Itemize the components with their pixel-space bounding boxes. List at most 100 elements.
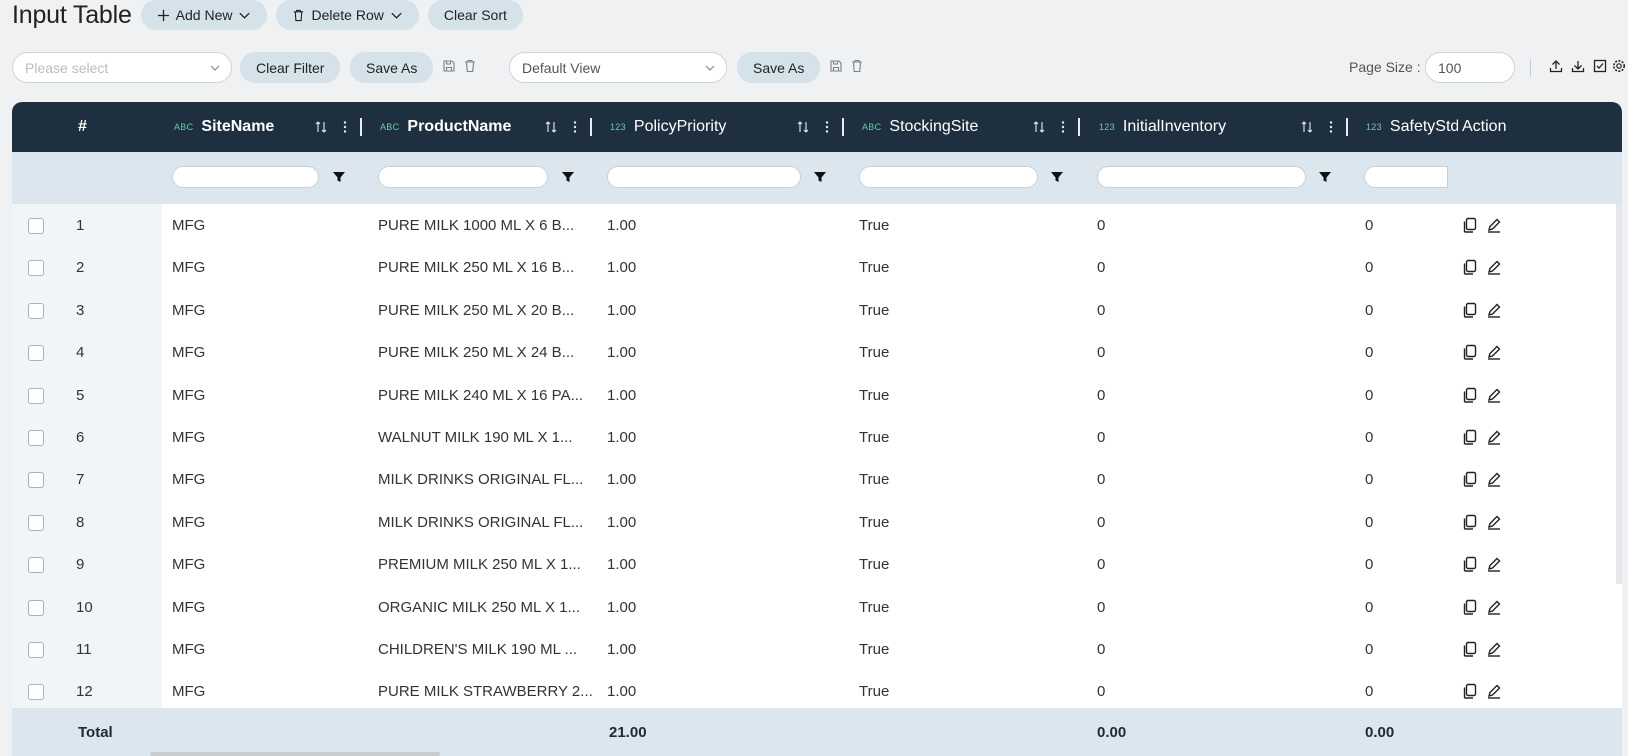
vertical-scrollbar[interactable] (1616, 204, 1622, 584)
safetystd-filter-input[interactable] (1364, 166, 1448, 188)
clear-filter-button[interactable]: Clear Filter (240, 52, 341, 83)
column-resizer[interactable] (1346, 118, 1348, 136)
edit-icon[interactable] (1486, 471, 1502, 488)
copy-icon[interactable] (1462, 556, 1478, 572)
funnel-icon[interactable] (1318, 170, 1332, 184)
edit-icon[interactable] (1486, 217, 1502, 233)
sort-icon[interactable] (1032, 120, 1046, 134)
row-checkbox[interactable] (28, 260, 44, 277)
column-resizer[interactable] (1078, 118, 1080, 136)
row-checkbox[interactable] (28, 642, 44, 658)
row-checkbox[interactable] (28, 514, 44, 531)
download-icon[interactable] (1571, 59, 1587, 75)
initialinventory-filter-input[interactable] (1097, 166, 1306, 188)
column-header-stockingsite[interactable]: ABC StockingSite (862, 102, 978, 152)
delete-row-button[interactable]: Delete Row (276, 0, 419, 30)
table-row[interactable]: 6 MFG WALNUT MILK 190 ML X 1... 1.00 True 0 0 (12, 416, 1622, 460)
sort-icon[interactable] (796, 120, 810, 134)
save-icon[interactable] (829, 59, 845, 75)
table-row[interactable]: 7 MFG MILK DRINKS ORIGINAL FL... 1.00 True 0 0 (12, 458, 1622, 502)
copy-icon[interactable] (1462, 471, 1478, 488)
kebab-menu-icon[interactable] (338, 120, 352, 134)
row-checkbox[interactable] (28, 387, 44, 404)
copy-icon[interactable] (1462, 259, 1478, 276)
funnel-icon[interactable] (1050, 170, 1064, 184)
funnel-icon[interactable] (561, 170, 575, 184)
table-row[interactable]: 5 MFG PURE MILK 240 ML X 16 PA... 1.00 True 0… (12, 374, 1622, 418)
table-row[interactable]: 3 MFG PURE MILK 250 ML X 20 B... 1.00 True 0 0 (12, 289, 1622, 333)
column-header-sitename[interactable]: ABC SiteName (174, 102, 274, 152)
row-checkbox[interactable] (28, 472, 44, 489)
edit-icon[interactable] (1486, 302, 1502, 318)
column-resizer[interactable] (360, 118, 362, 136)
edit-icon[interactable] (1486, 556, 1502, 572)
kebab-menu-icon[interactable] (1056, 120, 1070, 134)
policypriority-filter-input[interactable] (607, 166, 801, 188)
filter-select[interactable]: Please select (12, 52, 232, 83)
row-checkbox[interactable] (28, 599, 44, 616)
column-resizer[interactable] (590, 118, 592, 136)
stockingsite-filter-input[interactable] (859, 166, 1038, 188)
edit-icon[interactable] (1486, 599, 1502, 615)
row-checkbox[interactable] (28, 684, 44, 701)
data-table: # ABC SiteName ABC ProductName 123 Polic… (12, 102, 1622, 756)
copy-icon[interactable] (1462, 387, 1478, 403)
row-checkbox[interactable] (28, 218, 44, 234)
save-icon[interactable] (442, 59, 458, 75)
kebab-menu-icon[interactable] (568, 120, 582, 134)
copy-icon[interactable] (1462, 302, 1478, 318)
column-header-initialinventory[interactable]: 123 InitialInventory (1099, 102, 1226, 152)
table-row[interactable]: 10 MFG ORGANIC MILK 250 ML X 1... 1.00 True 0… (12, 586, 1622, 630)
copy-icon[interactable] (1462, 683, 1478, 700)
edit-icon[interactable] (1486, 344, 1502, 360)
kebab-menu-icon[interactable] (1324, 120, 1338, 134)
edit-icon[interactable] (1486, 683, 1502, 700)
table-row[interactable]: 2 MFG PURE MILK 250 ML X 16 B... 1.00 True 0 0 (12, 246, 1622, 290)
column-header-policypriority[interactable]: 123 PolicyPriority (610, 102, 726, 152)
copy-icon[interactable] (1462, 641, 1478, 657)
save-as-filter-button[interactable]: Save As (350, 52, 434, 83)
sitename-filter-input[interactable] (172, 166, 319, 188)
column-header-safetystd[interactable]: 123 SafetyStd (1366, 102, 1458, 152)
trash-icon[interactable] (850, 59, 866, 75)
edit-icon[interactable] (1486, 429, 1502, 445)
sort-icon[interactable] (544, 120, 558, 134)
table-row[interactable]: 8 MFG MILK DRINKS ORIGINAL FL... 1.00 True 0 0 (12, 501, 1622, 545)
row-checkbox[interactable] (28, 557, 44, 574)
clear-sort-button[interactable]: Clear Sort (427, 0, 523, 30)
funnel-icon[interactable] (332, 170, 346, 184)
horizontal-scrollbar[interactable] (150, 752, 440, 756)
column-header-productname[interactable]: ABC ProductName (380, 102, 511, 152)
edit-icon[interactable] (1486, 387, 1502, 403)
upload-icon[interactable] (1549, 59, 1565, 75)
copy-icon[interactable] (1462, 514, 1478, 530)
table-row[interactable]: 9 MFG PREMIUM MILK 250 ML X 1... 1.00 True 0 0 (12, 543, 1622, 587)
save-as-view-button[interactable]: Save As (737, 52, 821, 83)
gear-icon[interactable] (1612, 59, 1628, 75)
add-new-button[interactable]: Add New (140, 0, 268, 30)
edit-icon[interactable] (1486, 514, 1502, 530)
table-row[interactable]: 11 MFG CHILDREN'S MILK 190 ML ... 1.00 True 0… (12, 628, 1622, 672)
copy-icon[interactable] (1462, 344, 1478, 360)
checkbox-list-icon[interactable] (1593, 59, 1609, 75)
productname-filter-input[interactable] (378, 166, 548, 188)
column-resizer[interactable] (842, 118, 844, 136)
sort-icon[interactable] (1300, 120, 1314, 134)
row-checkbox[interactable] (28, 430, 44, 446)
page-size-input[interactable]: 100 (1425, 52, 1515, 83)
sort-icon[interactable] (314, 120, 328, 134)
copy-icon[interactable] (1462, 429, 1478, 445)
kebab-menu-icon[interactable] (820, 120, 834, 134)
column-label: ProductName (407, 118, 512, 135)
view-select[interactable]: Default View (509, 52, 727, 83)
copy-icon[interactable] (1462, 599, 1478, 615)
table-row[interactable]: 4 MFG PURE MILK 250 ML X 24 B... 1.00 True 0 0 (12, 331, 1622, 375)
copy-icon[interactable] (1462, 217, 1478, 233)
edit-icon[interactable] (1486, 259, 1502, 276)
edit-icon[interactable] (1486, 641, 1502, 657)
row-checkbox[interactable] (28, 345, 44, 362)
row-checkbox[interactable] (28, 302, 44, 319)
funnel-icon[interactable] (813, 170, 827, 184)
table-row[interactable]: 1 MFG PURE MILK 1000 ML X 6 B... 1.00 True 0 0 (12, 204, 1622, 248)
trash-icon[interactable] (463, 59, 479, 75)
